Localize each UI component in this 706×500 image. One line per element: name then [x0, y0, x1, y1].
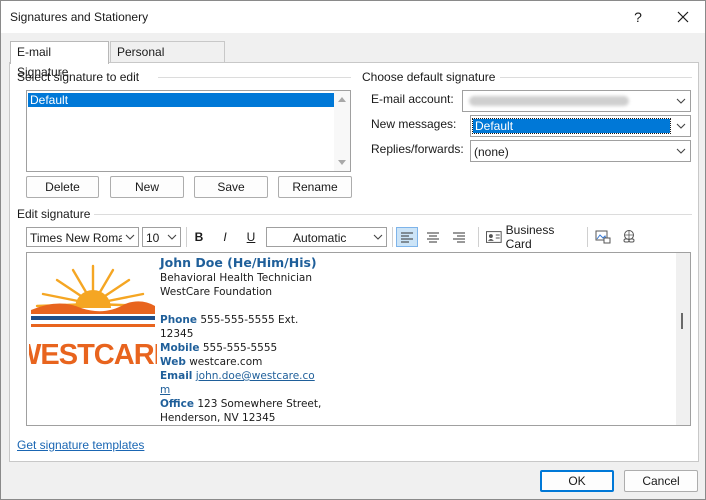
replies-forwards-label: Replies/forwards: — [371, 142, 464, 156]
align-left-button[interactable] — [396, 227, 418, 247]
list-scrollbar[interactable] — [334, 91, 350, 171]
sig-office-label: Office — [160, 398, 194, 410]
new-messages-label: New messages: — [371, 117, 457, 131]
logo-wordmark: WESTCARE — [29, 339, 157, 371]
signatures-dialog: Signatures and Stationery ? E-mail Signa… — [0, 0, 706, 500]
scroll-down-icon[interactable] — [338, 160, 346, 165]
delete-button[interactable]: Delete — [26, 176, 99, 198]
sig-phone: 555-555-5555 Ext. — [200, 314, 299, 326]
scroll-up-icon[interactable] — [338, 97, 346, 102]
close-icon — [677, 11, 689, 23]
font-color-select[interactable]: Automatic — [266, 227, 387, 247]
hyperlink-icon — [623, 230, 635, 243]
replies-forwards-select[interactable]: (none) — [470, 140, 691, 162]
divider — [158, 77, 351, 78]
sig-phone-label: Phone — [160, 314, 197, 326]
align-right-button[interactable] — [448, 227, 470, 247]
insert-hyperlink-button[interactable] — [618, 227, 640, 247]
align-left-icon — [401, 232, 413, 243]
signature-templates-link[interactable]: Get signature templates — [17, 438, 144, 452]
scroll-thumb[interactable] — [681, 313, 683, 329]
chevron-down-icon — [167, 234, 177, 240]
divider — [94, 214, 692, 215]
edit-signature-label: Edit signature — [17, 207, 91, 221]
bold-button[interactable]: B — [188, 227, 210, 247]
toolbar-separator — [186, 227, 187, 247]
rename-button[interactable]: Rename — [278, 176, 352, 198]
chevron-down-icon — [676, 123, 686, 129]
italic-button[interactable]: I — [214, 227, 236, 247]
chevron-down-icon — [373, 234, 383, 240]
sig-mobile: 555-555-5555 — [202, 342, 278, 354]
toolbar-separator — [478, 227, 479, 247]
save-button[interactable]: Save — [194, 176, 268, 198]
font-color-value: Automatic — [293, 231, 347, 245]
sig-office: 123 Somewhere Street, — [197, 398, 322, 410]
font-size-value: 10 — [146, 231, 160, 245]
signature-list[interactable]: Default — [26, 90, 351, 172]
title-bar: Signatures and Stationery ? — [1, 1, 705, 33]
email-account-select[interactable] — [462, 90, 691, 112]
divider — [500, 77, 692, 78]
close-button[interactable] — [661, 1, 705, 33]
chevron-down-icon — [125, 234, 135, 240]
align-center-button[interactable] — [422, 227, 444, 247]
sig-mobile-label: Mobile — [160, 342, 200, 354]
cancel-button[interactable]: Cancel — [624, 470, 698, 492]
sig-office-cont: Henderson, NV 12345 — [160, 412, 276, 424]
align-right-icon — [453, 232, 465, 243]
sig-name: John Doe (He/Him/His) — [160, 255, 317, 270]
signature-editor[interactable]: WESTCARE John Doe (He/Him/His) Behaviora… — [26, 252, 691, 426]
window-title: Signatures and Stationery — [10, 10, 149, 24]
sig-role: Behavioral Health Technician — [160, 272, 312, 284]
redacted-account — [469, 96, 629, 106]
business-card-button[interactable]: Business Card — [482, 223, 582, 251]
sig-email-link[interactable]: john.doe@westcare.co — [196, 370, 315, 382]
font-size-select[interactable]: 10 — [142, 227, 181, 247]
business-card-label: Business Card — [505, 223, 555, 251]
tab-label: E-mail Signature — [17, 45, 69, 79]
chevron-down-icon — [676, 98, 686, 104]
ok-button[interactable]: OK — [540, 470, 614, 492]
signature-text: John Doe (He/Him/His) Behavioral Health … — [160, 255, 321, 425]
list-item[interactable]: Default — [28, 93, 334, 107]
new-button[interactable]: New — [110, 176, 184, 198]
align-center-icon — [427, 232, 439, 243]
new-messages-select[interactable]: Default — [470, 115, 691, 137]
sig-web: westcare.com — [189, 356, 263, 368]
picture-icon — [595, 230, 611, 244]
sig-web-label: Web — [160, 356, 186, 368]
underline-button[interactable]: U — [240, 227, 262, 247]
font-value: Times New Roman — [30, 231, 122, 245]
toolbar-separator — [587, 227, 588, 247]
help-button[interactable]: ? — [616, 1, 660, 33]
new-messages-value: Default — [472, 118, 671, 134]
toolbar-separator — [392, 227, 393, 247]
sig-org: WestCare Foundation — [160, 286, 273, 298]
editor-scrollbar[interactable] — [676, 253, 690, 425]
replies-forwards-value: (none) — [474, 145, 509, 159]
tab-email-signature[interactable]: E-mail Signature — [10, 41, 109, 79]
email-account-label: E-mail account: — [371, 92, 454, 106]
tab-panel: Select signature to edit Default Delete … — [9, 62, 699, 462]
chevron-down-icon — [676, 148, 686, 154]
font-select[interactable]: Times New Roman — [26, 227, 139, 247]
business-card-icon — [486, 231, 502, 243]
sig-email-label: Email — [160, 370, 193, 382]
sig-email-link-cont[interactable]: m — [160, 384, 170, 396]
default-signature-label: Choose default signature — [362, 70, 496, 84]
westcare-logo: WESTCARE — [29, 264, 157, 371]
sig-phone-cont: 12345 — [160, 328, 194, 340]
tab-personal-stationery[interactable]: Personal Stationery — [110, 41, 225, 79]
insert-picture-button[interactable] — [592, 227, 614, 247]
